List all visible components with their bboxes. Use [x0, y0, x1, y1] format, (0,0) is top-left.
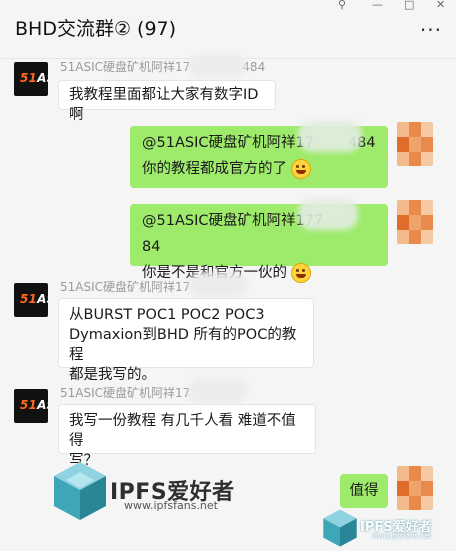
mention-text: @51ASIC硬盘矿机阿祥177 — [142, 213, 324, 229]
message-text: 我教程里面都让大家有数字ID啊 — [69, 87, 259, 123]
maximize-icon[interactable]: □ — [404, 0, 414, 10]
sender-name: 51ASIC硬盘矿机阿祥17 — [60, 386, 191, 400]
message-text-line: 我写一份教程 有几千人看 难道不值得 — [69, 413, 296, 449]
avatar-logo: 51AS — [20, 398, 48, 412]
redaction-blur — [298, 198, 358, 230]
more-options-icon[interactable]: ··· — [420, 18, 442, 42]
redaction-blur — [188, 54, 246, 78]
message-text-line: 你的教程都成官方的了 — [142, 156, 376, 182]
avatar[interactable] — [397, 466, 433, 510]
title-bar: BHD交流群② (97) ⚲ — □ ✕ ··· — [0, 0, 456, 58]
ipfs-cube-logo-small — [323, 509, 357, 547]
message-bubble[interactable]: 我教程里面都让大家有数字ID啊 — [58, 80, 276, 123]
message-text-line: 从BURST POC1 POC2 POC3 — [69, 307, 265, 323]
message-bubble[interactable]: 从BURST POC1 POC2 POC3 Dymaxion到BHD 所有的PO… — [58, 298, 314, 383]
avatar-logo: 51AS — [20, 292, 48, 306]
watermark-url: www.ipfsfans.net — [124, 499, 218, 512]
avatar[interactable]: 51AS — [14, 389, 48, 423]
watermark-url-small: www.ipfsfans.net — [372, 532, 432, 540]
redaction-blur — [298, 120, 362, 152]
avatar-logo: 51AS — [20, 71, 48, 85]
avatar[interactable] — [397, 122, 433, 166]
redaction-blur — [188, 272, 248, 298]
avatar[interactable]: 51AS — [14, 283, 48, 317]
close-icon[interactable]: ✕ — [436, 0, 445, 10]
message-text-line: 都是我写的。 — [69, 367, 156, 383]
chat-title: BHD交流群② (97) — [15, 18, 177, 40]
message-bubble[interactable]: 值得 — [340, 474, 388, 508]
grin-emoji — [291, 263, 311, 283]
avatar[interactable]: 51AS — [14, 62, 48, 96]
avatar[interactable] — [397, 200, 433, 244]
mention-text: @51ASIC硬盘矿机阿祥17 — [142, 135, 314, 151]
message-bubble[interactable]: 我写一份教程 有几千人看 难道不值得 写？ — [58, 404, 316, 469]
laugh-cry-emoji — [291, 159, 311, 179]
pin-icon[interactable]: ⚲ — [338, 0, 346, 10]
message-text-line: Dymaxion到BHD 所有的POC的教程 — [69, 327, 297, 363]
ipfs-cube-logo — [54, 462, 106, 520]
scrollbar[interactable] — [452, 58, 456, 551]
sender-name: 51ASIC硬盘矿机阿祥17 — [60, 280, 191, 294]
minimize-icon[interactable]: — — [372, 0, 383, 10]
message-text: 值得 — [349, 483, 379, 499]
redaction-blur — [188, 378, 248, 404]
